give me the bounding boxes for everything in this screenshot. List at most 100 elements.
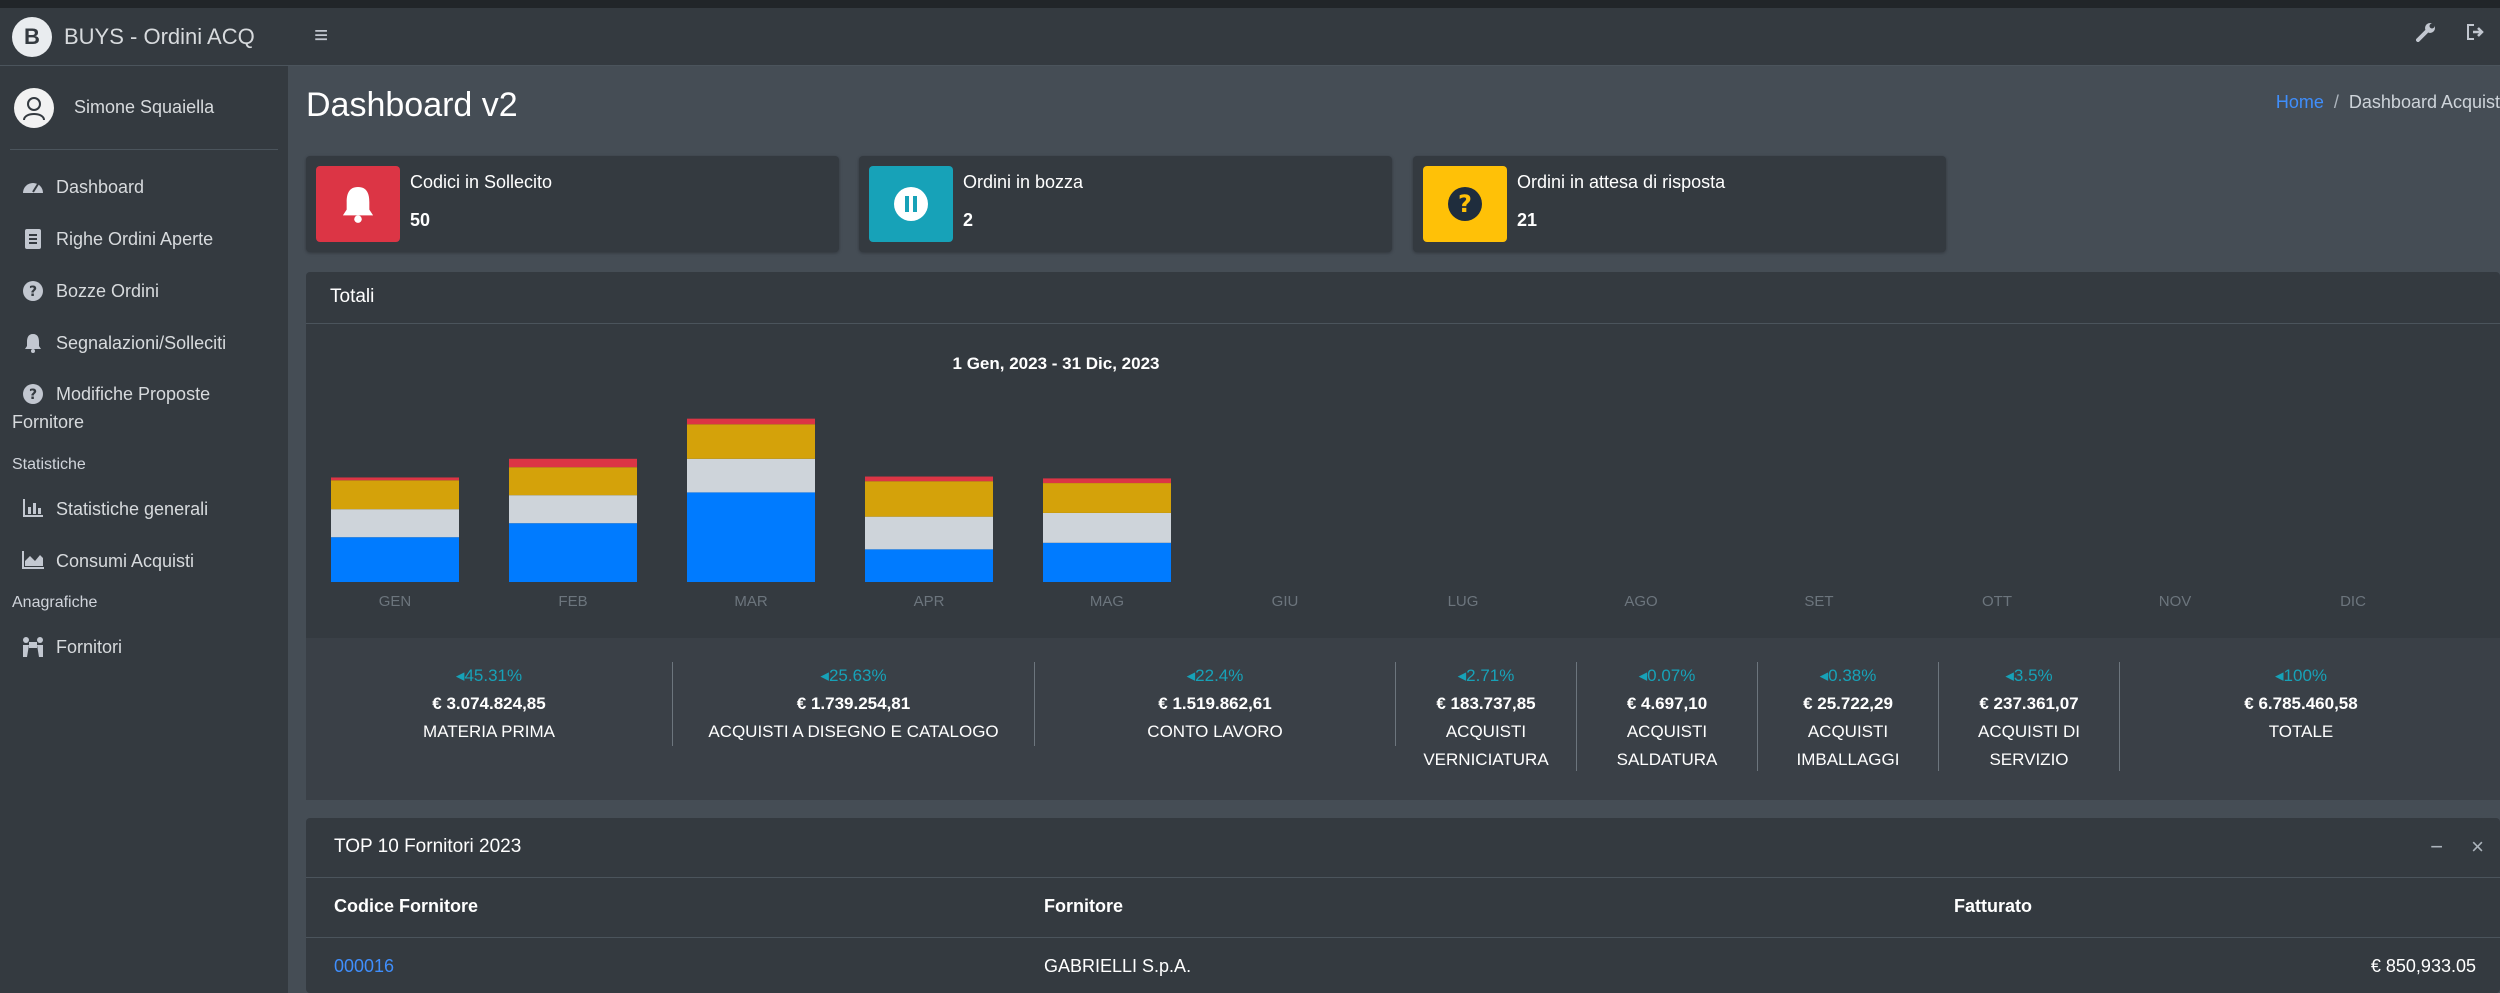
x-tick-label: SET [1804, 593, 1833, 610]
pause-icon [869, 166, 953, 242]
bar-segment-gen-3[interactable] [331, 477, 459, 481]
sidebar-item-statistiche-generali[interactable]: Statistiche generali [0, 484, 288, 536]
sidebar-item-label: Bozze Ordini [56, 281, 160, 301]
bar-segment-mag-1[interactable] [1043, 512, 1171, 543]
tachometer-icon [20, 177, 46, 195]
page-title: Dashboard v2 [306, 86, 518, 124]
sidebar-item-label: Segnalazioni/Solleciti [56, 333, 227, 353]
supplier-revenue: € 850,933.05 [2370, 956, 2476, 976]
svg-text:?: ? [1458, 190, 1472, 218]
bar-segment-feb-0[interactable] [509, 523, 637, 582]
bar-segment-gen-2[interactable] [331, 480, 459, 510]
x-tick-label: AGO [1624, 593, 1657, 610]
bar-segment-mar-2[interactable] [687, 424, 815, 459]
bar-segment-feb-2[interactable] [509, 467, 637, 496]
bar-segment-apr-1[interactable] [865, 516, 993, 550]
stat-label: TOTALE [2268, 722, 2334, 741]
top10-card-header: TOP 10 Fornitori 2023 − × [306, 818, 2500, 878]
stat-percentage: ◂2.71% [1457, 666, 1515, 685]
bar-chart-icon [20, 499, 46, 517]
info-box-ordini-attesa[interactable]: ? Ordini in attesa di risposta 21 [1413, 156, 1946, 252]
file-list-icon [20, 229, 46, 249]
info-box-label: Codici in Sollecito [410, 172, 553, 192]
stat-saldatura: ◂0.07% € 4.697,10 ACQUISTI SALDATURA [1577, 662, 1758, 771]
breadcrumb-home-link[interactable]: Home [2276, 92, 2324, 112]
bell-icon [316, 166, 400, 242]
brand-title: BUYS - Ordini ACQ [64, 23, 255, 49]
bar-segment-feb-3[interactable] [509, 458, 637, 468]
bar-segment-feb-1[interactable] [509, 495, 637, 524]
sidebar-item-consumi-acquisti[interactable]: Consumi Acquisti [0, 536, 288, 588]
stat-label: SERVIZIO [1989, 750, 2069, 769]
info-box-label: Ordini in attesa di risposta [1517, 172, 1726, 192]
breadcrumb: Home / Dashboard Acquist [2275, 92, 2500, 112]
stat-percentage: ◂22.4% [1186, 666, 1244, 685]
bar-segment-mar-0[interactable] [687, 492, 815, 582]
x-tick-label: MAR [734, 593, 768, 610]
stat-percentage: ◂100% [2274, 666, 2328, 685]
user-name: Simone Squaiella [74, 97, 215, 117]
sidebar-item-fornitori[interactable]: Fornitori [0, 622, 288, 674]
x-tick-label: DIC [2340, 593, 2366, 610]
sidebar-item-bozze-ordini[interactable]: ? Bozze Ordini [0, 266, 288, 318]
people-carry-icon [20, 637, 46, 657]
sidebar-item-righe-ordini[interactable]: Righe Ordini Aperte [0, 214, 288, 266]
supplier-code-link[interactable]: 000016 [334, 956, 394, 977]
caret-left-icon: ◂ [1186, 666, 1196, 685]
sidebar-item-label: Fornitori [56, 637, 123, 657]
brand[interactable]: B BUYS - Ordini ACQ [0, 8, 288, 66]
stat-percentage: ◂45.31% [455, 666, 523, 685]
column-header-codice[interactable]: Codice Fornitore [334, 896, 478, 917]
bar-segment-apr-3[interactable] [865, 476, 993, 482]
totali-card: Totali 1 Gen, 2023 - 31 Dic, 2023 GEN FEB… [306, 272, 2500, 800]
wrench-icon[interactable] [2416, 22, 2436, 48]
sidebar-item-label: Modifiche Proposte [56, 384, 211, 404]
info-box-value: 50 [410, 210, 431, 230]
stat-label: CONTO LAVORO [1147, 722, 1283, 741]
sidebar-item-label: Statistiche generali [56, 499, 209, 519]
close-icon[interactable]: × [2471, 834, 2484, 859]
question-circle-icon: ? [20, 380, 46, 408]
stat-imballaggi: ◂0.38% € 25.722,29 ACQUISTI IMBALLAGGI [1758, 662, 1939, 771]
nav-header-statistiche: Statistiche [12, 456, 86, 473]
brand-logo-icon: B [12, 16, 52, 57]
sign-out-icon[interactable] [2466, 23, 2486, 47]
column-header-fornitore[interactable]: Fornitore [1044, 896, 1123, 917]
sidebar-item-segnalazioni[interactable]: Segnalazioni/Solleciti [0, 318, 288, 370]
sidebar-item-label: Righe Ordini Aperte [56, 229, 214, 249]
info-box-codici-sollecito[interactable]: Codici in Sollecito 50 [306, 156, 839, 252]
info-box-ordini-bozza[interactable]: Ordini in bozza 2 [859, 156, 1392, 252]
stat-value: € 183.737,85 [1436, 694, 1536, 713]
bar-segment-gen-0[interactable] [331, 537, 459, 582]
bar-segment-gen-1[interactable] [331, 509, 459, 538]
menu-toggle-icon[interactable]: ≡ [314, 22, 328, 50]
totals-summary-row: ◂45.31% € 3.074.824,85 MATERIA PRIMA ◂25… [306, 638, 2500, 800]
sidebar-item-modifiche-proposte[interactable]: ? Modifiche Proposte Fornitore [0, 370, 288, 450]
top10-fornitori-card: TOP 10 Fornitori 2023 − × Codice Fornitor… [306, 818, 2500, 993]
bar-segment-apr-2[interactable] [865, 481, 993, 517]
bar-segment-mag-3[interactable] [1043, 478, 1171, 484]
stat-label: ACQUISTI [1626, 722, 1708, 741]
bar-segment-mar-3[interactable] [687, 418, 815, 425]
top-navbar: ≡ [288, 8, 2500, 66]
bar-segment-apr-0[interactable] [865, 549, 993, 582]
caret-left-icon: ◂ [1638, 666, 1648, 685]
bar-segment-mag-0[interactable] [1043, 542, 1171, 582]
user-panel[interactable]: Simone Squaiella [10, 66, 278, 150]
column-header-fatturato[interactable]: Fatturato [1954, 896, 2032, 917]
svg-text:?: ? [29, 284, 37, 300]
info-box-value: 2 [963, 210, 974, 230]
sidebar-item-dashboard[interactable]: Dashboard [0, 162, 288, 214]
bell-icon [20, 333, 46, 353]
svg-text:?: ? [29, 387, 37, 403]
stat-label: IMBALLAGGI [1796, 750, 1900, 769]
minimize-icon[interactable]: − [2430, 834, 2443, 859]
bar-segment-mar-1[interactable] [687, 458, 815, 493]
stat-value: € 1.519.862,61 [1158, 694, 1272, 713]
table-row: 000016 GABRIELLI S.p.A. € 850,933.05 [306, 938, 2500, 993]
stat-percentage: ◂0.38% [1819, 666, 1877, 685]
x-tick-label: GIU [1272, 593, 1299, 610]
totali-card-header: Totali [306, 272, 2500, 324]
sidebar-item-label: Consumi Acquisti [56, 551, 195, 571]
bar-segment-mag-2[interactable] [1043, 483, 1171, 513]
